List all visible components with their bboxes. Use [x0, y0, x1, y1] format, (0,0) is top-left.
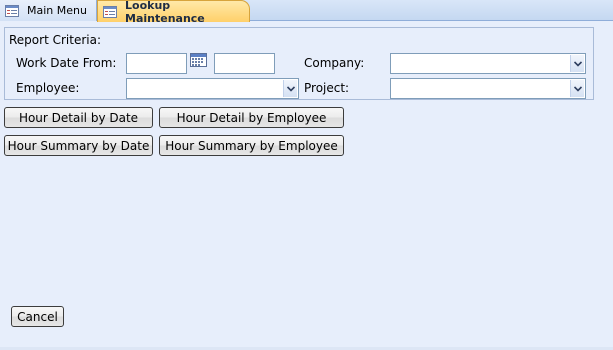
calendar-icon[interactable] [190, 53, 207, 67]
tab-main-menu[interactable]: Main Menu [0, 0, 97, 21]
chevron-down-icon[interactable] [283, 80, 297, 97]
project-combo[interactable] [390, 78, 586, 99]
tab-lookup-maintenance[interactable]: Lookup Maintenance [97, 0, 250, 25]
work-date-from-label: Work Date From: [16, 56, 117, 70]
document-tab-bar: Main Menu Lookup Maintenance [0, 0, 613, 25]
hour-summary-by-date-button[interactable]: Hour Summary by Date [4, 135, 153, 156]
tab-label: Lookup Maintenance [125, 0, 205, 25]
tab-label: Main Menu [27, 4, 87, 17]
chevron-down-icon[interactable] [570, 55, 584, 72]
report-criteria-group: Report Criteria: Work Date From: Company… [4, 27, 594, 100]
employee-combo[interactable] [126, 78, 299, 99]
work-date-to-input[interactable] [214, 53, 275, 74]
hour-detail-by-date-button[interactable]: Hour Detail by Date [4, 107, 153, 128]
chevron-down-icon[interactable] [570, 80, 584, 97]
cancel-button[interactable]: Cancel [11, 306, 64, 327]
project-label: Project: [304, 81, 350, 95]
hour-summary-by-employee-button[interactable]: Hour Summary by Employee [159, 135, 344, 156]
employee-label: Employee: [16, 81, 80, 95]
company-combo[interactable] [390, 53, 586, 74]
hour-detail-by-employee-button[interactable]: Hour Detail by Employee [159, 107, 344, 128]
company-label: Company: [304, 56, 365, 70]
form-icon [103, 5, 117, 18]
form-icon [5, 4, 19, 17]
work-date-from-input[interactable] [126, 53, 187, 74]
report-criteria-title: Report Criteria: [9, 33, 101, 47]
